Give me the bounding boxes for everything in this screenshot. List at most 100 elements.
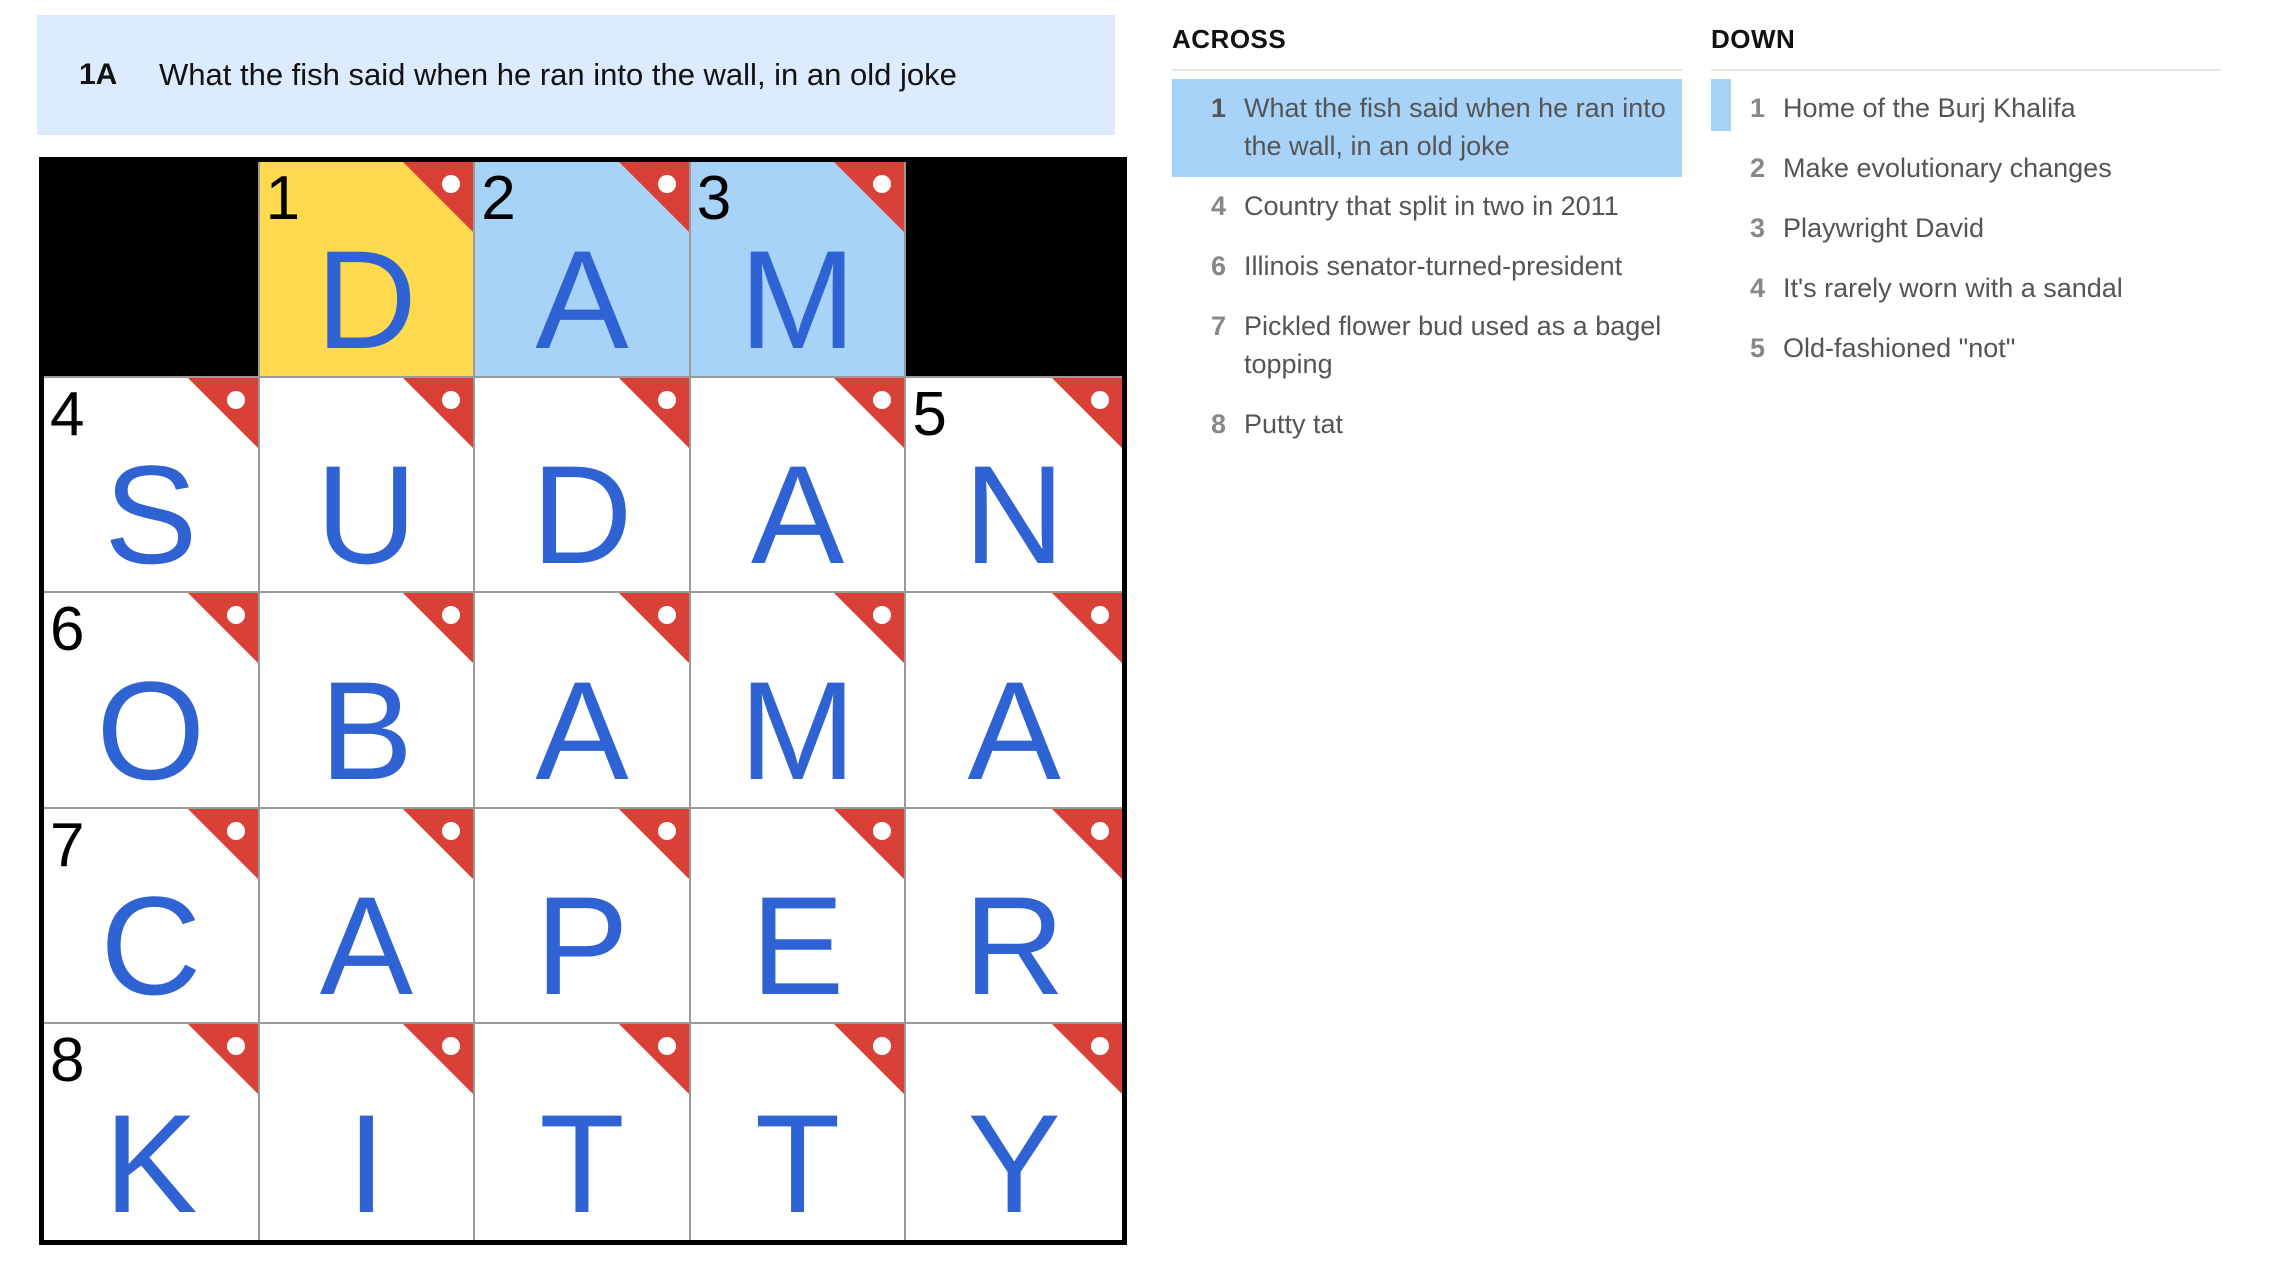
revealed-flag-icon <box>403 377 474 448</box>
cell-letter: R <box>963 867 1065 1025</box>
current-clue-label: 1A <box>79 58 118 91</box>
revealed-flag-icon <box>1052 1024 1122 1095</box>
clue-text: Putty tat <box>1244 409 1344 439</box>
revealed-flag-icon <box>618 593 689 664</box>
grid-cell[interactable]: M <box>690 593 907 809</box>
block-cell <box>44 162 260 378</box>
revealed-flag-icon <box>834 808 905 879</box>
grid-cell[interactable]: 8K <box>44 1024 260 1240</box>
grid-cell[interactable]: I <box>259 1024 476 1240</box>
grid-cell[interactable]: Y <box>906 1024 1122 1240</box>
cell-letter: T <box>539 1085 625 1240</box>
block-cell <box>906 162 1122 378</box>
clue-text: Make evolutionary changes <box>1783 153 2112 183</box>
grid-cell[interactable]: 3M <box>690 162 907 378</box>
grid-cell[interactable]: P <box>475 808 691 1025</box>
cell-letter: B <box>319 651 414 809</box>
cell-number: 7 <box>50 810 85 880</box>
across-clue-7[interactable]: 7 Pickled flower bud used as a bagel topp… <box>1172 297 1682 395</box>
current-clue-text: What the fish said when he ran into the … <box>159 57 957 92</box>
cell-letter: U <box>315 436 417 594</box>
cell-letter: T <box>754 1085 841 1240</box>
revealed-flag-icon <box>834 593 905 664</box>
across-title: ACROSS <box>1172 24 1682 71</box>
cell-letter: A <box>967 651 1061 809</box>
cell-letter: A <box>535 220 629 378</box>
revealed-flag-icon <box>403 808 474 879</box>
grid-cell[interactable]: A <box>475 593 691 809</box>
revealed-flag-icon <box>403 162 474 232</box>
cell-letter: D <box>315 220 417 378</box>
revealed-flag-icon <box>618 162 689 232</box>
cell-letter: M <box>739 220 856 378</box>
cell-letter: E <box>750 867 845 1025</box>
grid-cell[interactable]: A <box>906 593 1122 809</box>
across-clue-4[interactable]: 4 Country that split in two in 2011 <box>1172 177 1682 237</box>
clue-text: It's rarely worn with a sandal <box>1783 273 2123 303</box>
cell-number: 4 <box>50 379 85 449</box>
down-clue-items: 1 Home of the Burj Khalifa 2 Make evolution… <box>1711 79 2221 379</box>
grid-cell[interactable]: A <box>259 808 476 1025</box>
clue-number: 7 <box>1210 311 1226 341</box>
revealed-flag-icon <box>187 377 258 448</box>
down-clue-5[interactable]: 5 Old-fashioned "not" <box>1711 319 2221 379</box>
cell-letter: O <box>96 651 206 809</box>
cell-number: 8 <box>50 1026 85 1096</box>
cell-number: 3 <box>696 164 732 233</box>
revealed-flag-icon <box>618 808 689 879</box>
cell-letter: I <box>346 1085 386 1240</box>
cell-letter: D <box>531 436 633 594</box>
clue-text: Illinois senator-turned-president <box>1244 251 1623 281</box>
revealed-flag-icon <box>618 1024 689 1095</box>
clue-text: Country that split in two in 2011 <box>1244 191 1619 221</box>
down-title: DOWN <box>1711 24 2221 71</box>
revealed-flag-icon <box>1052 593 1122 664</box>
across-clue-list: ACROSS 1 What the fish said when he ran i… <box>1172 24 1682 455</box>
down-clue-4[interactable]: 4 It's rarely worn with a sandal <box>1711 259 2221 319</box>
grid-cell[interactable]: 5N <box>906 377 1122 594</box>
clue-number: 6 <box>1210 251 1226 281</box>
grid-cell[interactable]: 6O <box>44 593 260 809</box>
down-clue-1[interactable]: 1 Home of the Burj Khalifa <box>1711 79 2221 139</box>
clue-number: 4 <box>1749 273 1765 303</box>
down-clue-3[interactable]: 3 Playwright David <box>1711 199 2221 259</box>
clue-number: 3 <box>1749 213 1765 243</box>
revealed-flag-icon <box>834 377 905 448</box>
cell-letter: S <box>104 436 198 594</box>
grid-cell[interactable]: 1D <box>259 162 476 378</box>
revealed-flag-icon <box>834 162 905 232</box>
grid-cell[interactable]: T <box>475 1024 691 1240</box>
grid-cell[interactable]: T <box>690 1024 907 1240</box>
clue-text: Pickled flower bud used as a bagel toppi… <box>1244 311 1662 379</box>
grid-cell[interactable]: B <box>259 593 476 809</box>
clue-number: 5 <box>1749 333 1765 363</box>
grid-cell[interactable]: A <box>690 377 907 594</box>
down-clue-2[interactable]: 2 Make evolutionary changes <box>1711 139 2221 199</box>
revealed-flag-icon <box>403 593 474 664</box>
revealed-flag-icon <box>834 1024 905 1095</box>
grid-cell[interactable]: R <box>906 808 1122 1025</box>
grid-cell[interactable]: D <box>475 377 691 594</box>
clue-number: 8 <box>1210 409 1226 439</box>
across-clue-8[interactable]: 8 Putty tat <box>1172 395 1682 455</box>
clue-text: Old-fashioned "not" <box>1783 333 2016 363</box>
grid-cell[interactable]: 2A <box>475 162 691 378</box>
clue-number: 4 <box>1210 191 1226 221</box>
grid-cell[interactable]: U <box>259 377 476 594</box>
clue-number: 1 <box>1210 93 1226 123</box>
current-clue-bar: 1A What the fish said when he ran into t… <box>37 15 1115 135</box>
clue-text: Playwright David <box>1783 213 1985 243</box>
across-clue-6[interactable]: 6 Illinois senator-turned-president <box>1172 237 1682 297</box>
revealed-flag-icon <box>187 1024 258 1095</box>
cell-letter: M <box>739 651 856 809</box>
cell-number: 1 <box>265 164 301 233</box>
revealed-flag-icon <box>1052 377 1122 448</box>
across-clue-1[interactable]: 1 What the fish said when he ran into the… <box>1172 79 1682 177</box>
revealed-flag-icon <box>618 377 689 448</box>
grid-cell[interactable]: 7C <box>44 808 260 1025</box>
grid-cell[interactable]: 4S <box>44 377 260 594</box>
grid-cell[interactable]: E <box>690 808 907 1025</box>
revealed-flag-icon <box>403 1024 474 1095</box>
across-clue-items: 1 What the fish said when he ran into the… <box>1172 79 1682 455</box>
clue-text: What the fish said when he ran into the … <box>1244 93 1666 161</box>
